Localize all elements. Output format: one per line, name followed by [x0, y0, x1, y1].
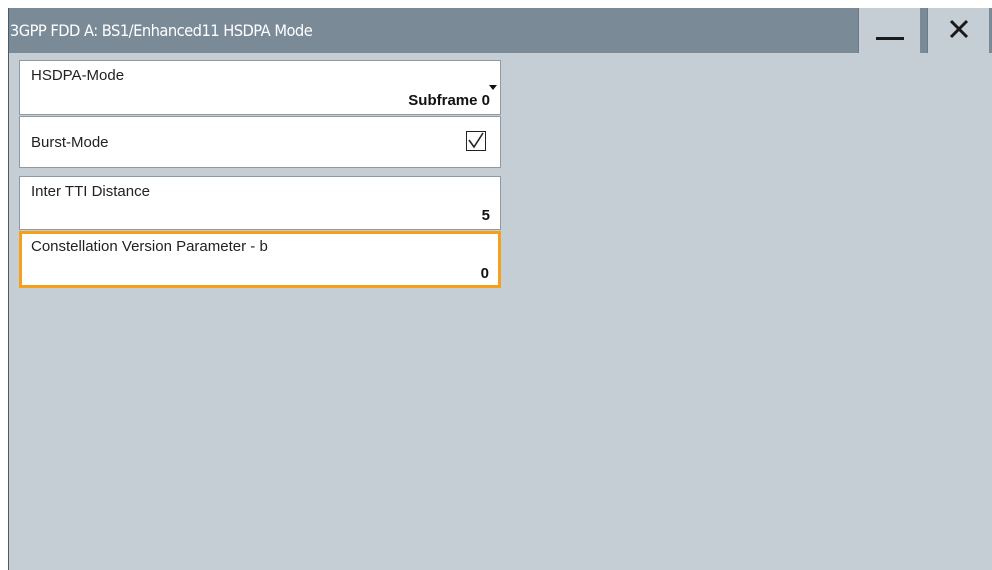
inter-tti-distance-field[interactable]: Inter TTI Distance 5 [19, 176, 501, 230]
close-icon [949, 19, 969, 39]
burst-mode-field[interactable]: Burst-Mode [19, 116, 501, 168]
hsdpa-mode-label: HSDPA-Mode [31, 67, 125, 84]
minimize-button[interactable] [858, 8, 920, 53]
inter-tti-distance-value: 5 [481, 207, 490, 224]
hsdpa-mode-dropdown[interactable]: HSDPA-Mode Subframe 0 [19, 60, 501, 115]
window-title: 3GPP FDD A: BS1/Enhanced11 HSDPA Mode [9, 21, 313, 40]
dialog-window: 3GPP FDD A: BS1/Enhanced11 HSDPA Mode HS… [8, 8, 992, 570]
constellation-version-field[interactable]: Constellation Version Parameter - b 0 [19, 231, 501, 288]
constellation-version-label: Constellation Version Parameter - b [31, 238, 268, 255]
burst-mode-label: Burst-Mode [31, 134, 109, 151]
title-bar: 3GPP FDD A: BS1/Enhanced11 HSDPA Mode [9, 8, 992, 53]
dropdown-arrow-icon [489, 85, 497, 90]
close-button[interactable] [927, 8, 989, 53]
checkmark-icon [468, 132, 484, 149]
hsdpa-mode-value: Subframe 0 [408, 92, 490, 109]
inter-tti-distance-label: Inter TTI Distance [31, 183, 150, 200]
burst-mode-checkbox[interactable] [466, 131, 486, 151]
constellation-version-value: 0 [480, 265, 489, 282]
minimize-icon [876, 37, 904, 40]
